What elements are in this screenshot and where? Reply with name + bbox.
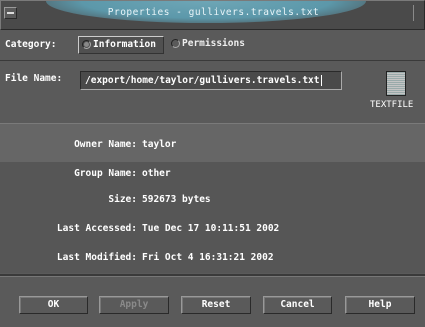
owner-value: taylor [142,139,177,150]
group-value: other [142,168,171,179]
text-file-icon[interactable] [386,71,406,96]
file-name-input[interactable]: /export/home/taylor/gullivers.travels.tx… [80,71,342,90]
last-modified-value: Fri Oct 4 16:31:21 2002 [142,252,274,263]
tab-information[interactable]: Information [78,36,164,54]
size-row: Size: 592673 bytes [0,194,425,208]
owner-row: Owner Name: taylor [0,139,425,153]
tab-permissions-label: Permissions [182,38,245,49]
last-modified-label: Last Modified: [56,252,137,263]
size-label: Size: [108,194,137,205]
reset-button[interactable]: Reset [181,296,251,314]
last-accessed-label: Last Accessed: [56,223,137,234]
file-row: File Name: /export/home/taylor/gullivers… [0,61,425,124]
last-modified-row: Last Modified: Fri Oct 4 16:31:21 2002 [0,252,425,266]
radio-selected-icon [82,40,91,49]
last-accessed-value: Tue Dec 17 10:11:51 2002 [142,223,280,234]
tab-information-label: Information [93,39,156,50]
radio-unselected-icon [171,39,180,48]
help-button[interactable]: Help [345,296,415,314]
ok-button[interactable]: OK [19,296,88,314]
button-bar: OK Apply Reset Cancel Help [0,277,425,327]
size-value: 592673 bytes [142,194,211,205]
window-title: Properties - gullivers.travels.txt [107,7,320,18]
category-label: Category: [5,39,57,50]
text-cursor [320,75,322,86]
title-bar[interactable]: Properties - gullivers.travels.txt [0,0,425,30]
tab-permissions[interactable]: Permissions [168,36,258,54]
file-name-label: File Name: [5,73,63,84]
group-row: Group Name: other [0,168,425,182]
file-name-value: /export/home/taylor/gullivers.travels.tx… [85,75,320,86]
cancel-button[interactable]: Cancel [263,296,332,314]
category-row: Category: Information Permissions [0,30,425,61]
last-accessed-row: Last Accessed: Tue Dec 17 10:11:51 2002 [0,223,425,237]
info-panel: Owner Name: taylor Group Name: other Siz… [0,124,425,273]
group-label: Group Name: [74,168,137,179]
apply-button[interactable]: Apply [99,296,169,314]
file-type-label: TEXTFILE [370,100,414,110]
window-edge-button[interactable] [413,5,424,21]
owner-label: Owner Name: [74,139,137,150]
